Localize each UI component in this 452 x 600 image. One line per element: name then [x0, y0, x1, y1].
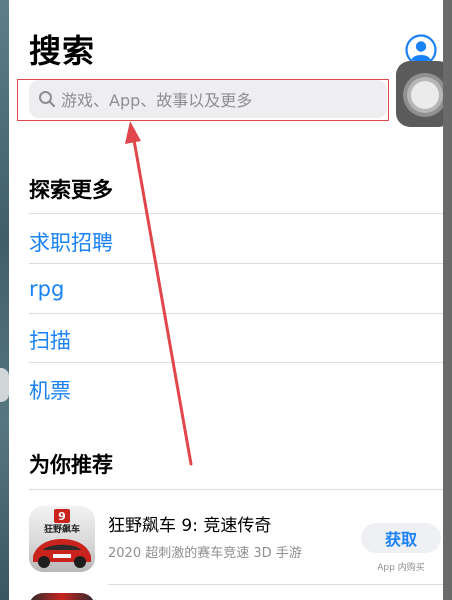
- page-title: 搜索: [29, 32, 96, 70]
- recommended-app-row[interactable]: 9 狂野飙车 狂野飙车 9: 竞速传奇 2020 超刺激的赛车竞速 3D 手游 …: [9, 496, 443, 586]
- app-name[interactable]: 狂野飙车 9: 竞速传奇: [108, 511, 271, 536]
- next-app-icon-partial[interactable]: [29, 593, 95, 600]
- explore-item-rpg[interactable]: rpg: [29, 277, 64, 301]
- explore-section-title: 探索更多: [29, 178, 113, 202]
- app-icon-text: 狂野飙车: [44, 523, 80, 535]
- divider: [29, 213, 443, 214]
- app-icon[interactable]: 9 狂野飙车: [29, 506, 95, 572]
- divider: [29, 313, 443, 314]
- explore-item-flights[interactable]: 机票: [29, 375, 71, 405]
- recommend-section-title: 为你推荐: [29, 453, 113, 477]
- divider: [29, 489, 443, 490]
- explore-item-job[interactable]: 求职招聘: [29, 227, 113, 257]
- explore-item-scan[interactable]: 扫描: [29, 325, 71, 355]
- divider: [29, 263, 443, 264]
- device-right-edge: [443, 0, 452, 600]
- divider: [108, 584, 443, 585]
- assistive-touch-ring-inner: [411, 81, 439, 109]
- divider: [29, 362, 443, 363]
- device-left-edge: [0, 0, 9, 600]
- annotation-highlight-box: [17, 79, 389, 121]
- assistive-touch-button[interactable]: [396, 61, 443, 127]
- get-button[interactable]: 获取: [361, 523, 441, 553]
- edge-knob: [0, 368, 9, 402]
- in-app-purchase-note: App 内购买: [377, 563, 425, 573]
- app-icon-badge: 9: [58, 510, 66, 523]
- race-car-icon: 9 狂野飙车: [29, 506, 95, 572]
- app-subtitle: 2020 超刺激的赛车竞速 3D 手游: [108, 546, 302, 561]
- app-store-search-screen: 搜索 游戏、App、故事以及更多 探索更多 求职招聘 rpg 扫描 机票 为你推…: [9, 0, 443, 600]
